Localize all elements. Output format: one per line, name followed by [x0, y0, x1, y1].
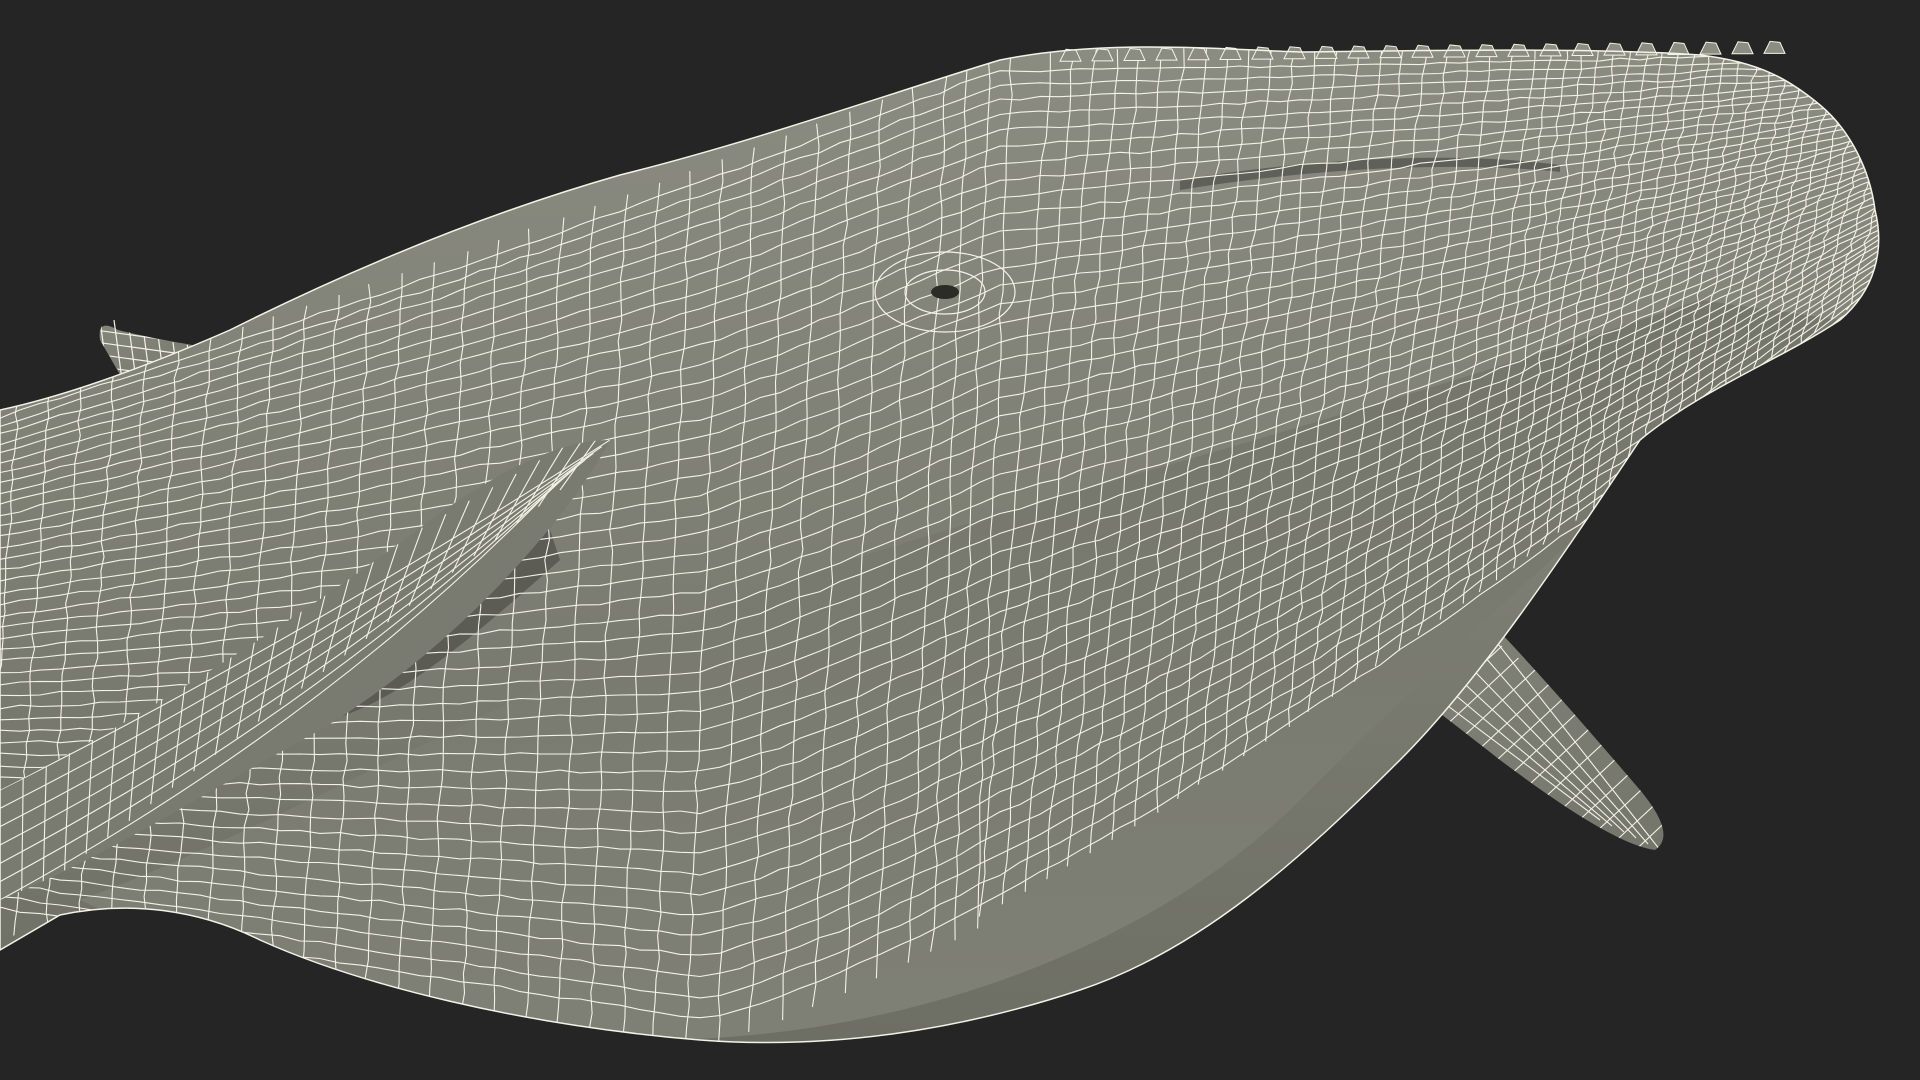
whale-wireframe-render — [0, 0, 1920, 1080]
